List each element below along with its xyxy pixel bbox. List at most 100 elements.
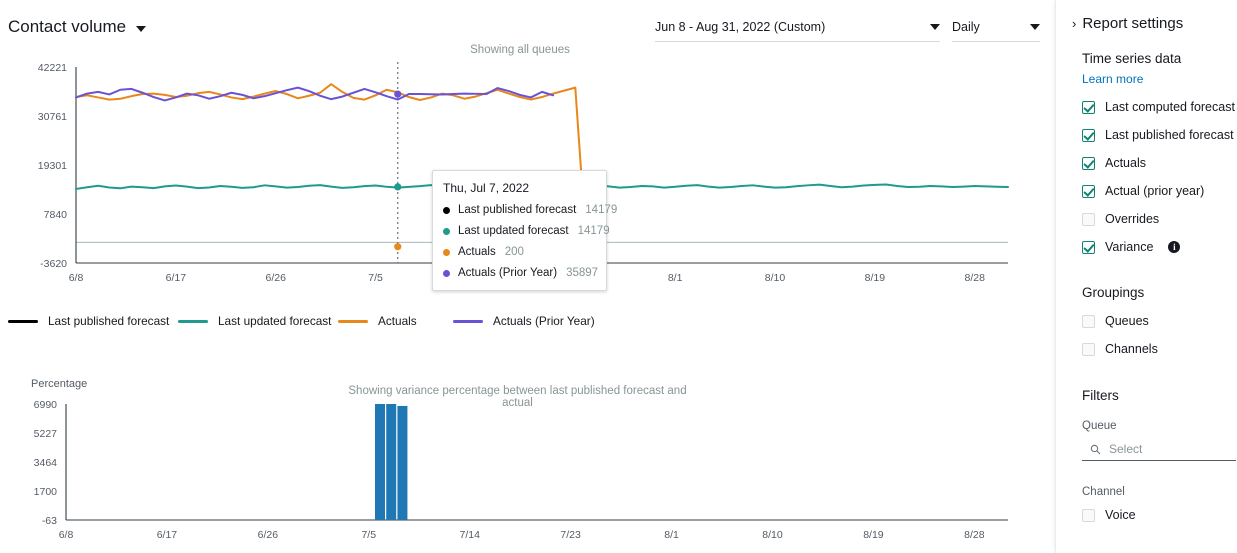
- svg-text:8/19: 8/19: [863, 529, 884, 541]
- date-range-select[interactable]: Jun 8 - Aug 31, 2022 (Custom): [655, 12, 940, 42]
- timeseries-checkbox-last-published-forecast[interactable]: Last published forecast: [1082, 128, 1237, 142]
- svg-text:1700: 1700: [34, 486, 58, 498]
- chevron-right-icon: ›: [1072, 16, 1077, 31]
- svg-text:7/5: 7/5: [361, 529, 376, 541]
- svg-text:5227: 5227: [34, 428, 58, 440]
- checkbox-label: Actual (prior year): [1105, 184, 1205, 198]
- tooltip-series-name: Actuals (Prior Year): [458, 267, 558, 279]
- svg-text:7/23: 7/23: [560, 529, 581, 541]
- panel-title: Report settings: [1082, 15, 1184, 32]
- svg-text:6990: 6990: [34, 399, 58, 411]
- timeseries-checkbox-variance[interactable]: Variance i: [1082, 240, 1237, 254]
- svg-text:6/26: 6/26: [258, 529, 279, 541]
- groupings-heading: Groupings: [1082, 285, 1145, 300]
- svg-text:6/17: 6/17: [166, 272, 187, 284]
- tooltip-row: Actuals 200: [443, 246, 594, 258]
- learn-more-link[interactable]: Learn more: [1082, 72, 1143, 86]
- legend-item[interactable]: Last published forecast: [8, 314, 169, 328]
- groupings-section: Groupings Queues Channels: [1056, 285, 1237, 356]
- queue-select-placeholder: Select: [1109, 442, 1143, 456]
- svg-text:8/28: 8/28: [964, 272, 985, 284]
- toolbar: Contact volume Jun 8 - Aug 31, 2022 (Cus…: [0, 0, 1055, 46]
- svg-text:6/8: 6/8: [69, 272, 84, 284]
- report-settings-toggle[interactable]: › Report settings: [1056, 0, 1237, 32]
- search-icon: [1090, 444, 1101, 454]
- checkbox-checked-icon[interactable]: [1082, 100, 1095, 114]
- svg-text:-63: -63: [42, 515, 57, 527]
- chevron-down-icon: [930, 23, 940, 30]
- checkbox-label: Last computed forecast: [1105, 100, 1235, 114]
- chevron-down-icon: [1030, 23, 1040, 30]
- metric-selector[interactable]: Contact volume: [8, 17, 147, 37]
- grouping-checkbox-queues[interactable]: Queues: [1082, 314, 1237, 328]
- series-color-dot: [443, 248, 450, 256]
- timeseries-checkbox-overrides[interactable]: Overrides: [1082, 212, 1237, 226]
- variance-percentage-bar-chart: 6990 5227 3464 1700 -636/8 6/17 6/26 7/5 7/14 7/2…: [34, 399, 1008, 541]
- checkbox-label: Overrides: [1105, 212, 1160, 226]
- queue-filter-label: Queue: [1082, 420, 1117, 432]
- checkbox-unchecked-icon[interactable]: [1082, 212, 1095, 226]
- tooltip-series-value: 35897: [566, 267, 599, 279]
- time-series-section: Time series data Learn more Last compute…: [1056, 51, 1237, 254]
- tooltip-row: Last published forecast 14179: [443, 204, 617, 216]
- channel-checkbox-voice[interactable]: Voice: [1082, 508, 1237, 522]
- tooltip-series-value: 14179: [585, 204, 618, 216]
- time-series-heading: Time series data: [1082, 51, 1182, 66]
- tooltip-series-name: Last updated forecast: [458, 225, 569, 237]
- channel-filter-label: Channel: [1082, 486, 1125, 498]
- checkbox-unchecked-icon[interactable]: [1082, 508, 1095, 522]
- tooltip-row: Last updated forecast 14179: [443, 225, 610, 237]
- checkbox-unchecked-icon[interactable]: [1082, 314, 1095, 328]
- series-color-dot: [443, 269, 450, 277]
- svg-text:42221: 42221: [38, 62, 67, 74]
- timeseries-checkbox-last-computed-forecast[interactable]: Last computed forecast: [1082, 100, 1237, 114]
- report-settings-panel: › Report settings Time series data Learn…: [1055, 0, 1237, 553]
- tooltip-series-name: Last published forecast: [458, 204, 577, 216]
- svg-text:7840: 7840: [44, 209, 68, 221]
- svg-text:8/19: 8/19: [865, 272, 886, 284]
- checkbox-checked-icon[interactable]: [1082, 128, 1095, 142]
- date-range-value: Jun 8 - Aug 31, 2022 (Custom): [655, 19, 826, 34]
- legend-item[interactable]: Actuals: [338, 314, 417, 328]
- svg-text:7/5: 7/5: [368, 272, 383, 284]
- queue-select-input[interactable]: Select: [1082, 442, 1236, 461]
- checkbox-label: Voice: [1105, 508, 1136, 522]
- legend-item[interactable]: Last updated forecast: [178, 314, 331, 328]
- svg-text:8/10: 8/10: [762, 529, 783, 541]
- svg-text:19301: 19301: [38, 160, 67, 172]
- legend-item[interactable]: Actuals (Prior Year): [453, 314, 595, 328]
- checkbox-checked-icon[interactable]: [1082, 184, 1095, 198]
- granularity-select[interactable]: Daily: [952, 12, 1040, 42]
- main-content: Contact volume Jun 8 - Aug 31, 2022 (Cus…: [0, 0, 1055, 553]
- page-title: Contact volume: [8, 17, 127, 36]
- svg-text:8/1: 8/1: [668, 272, 683, 284]
- bottom-chart-y-axis-title: Percentage: [31, 378, 88, 390]
- filters-section: Filters Queue Select Channel Voice: [1056, 388, 1237, 522]
- legend-color-swatch: [453, 319, 483, 323]
- svg-text:6/17: 6/17: [157, 529, 178, 541]
- legend-label: Last published forecast: [48, 314, 170, 328]
- chart-tooltip: Thu, Jul 7, 2022 Last published forecast…: [432, 170, 617, 291]
- checkbox-unchecked-icon[interactable]: [1082, 342, 1095, 356]
- timeseries-checkbox-actual-prior-year[interactable]: Actual (prior year): [1082, 184, 1237, 198]
- tooltip-series-name: Actuals: [458, 246, 496, 258]
- grouping-checkbox-channels[interactable]: Channels: [1082, 342, 1237, 356]
- svg-text:3464: 3464: [34, 457, 58, 469]
- svg-text:7/14: 7/14: [459, 529, 480, 541]
- info-icon[interactable]: i: [1168, 241, 1181, 253]
- svg-text:8/1: 8/1: [664, 529, 679, 541]
- chevron-down-icon: [136, 25, 147, 32]
- checkbox-label: Variance: [1105, 240, 1154, 254]
- filters-heading: Filters: [1082, 388, 1119, 403]
- checkbox-label: Channels: [1105, 342, 1158, 356]
- chart-legend: Last published forecast Last updated fore…: [8, 312, 1008, 330]
- checkbox-checked-icon[interactable]: [1082, 240, 1095, 254]
- tooltip-series-value: 200: [504, 246, 524, 258]
- checkbox-label: Last published forecast: [1105, 128, 1234, 142]
- legend-label: Actuals: [378, 314, 417, 328]
- checkbox-label: Actuals: [1105, 156, 1146, 170]
- checkbox-checked-icon[interactable]: [1082, 156, 1095, 170]
- timeseries-checkbox-actuals[interactable]: Actuals: [1082, 156, 1237, 170]
- tooltip-series-value: 14179: [577, 225, 610, 237]
- svg-text:8/10: 8/10: [765, 272, 786, 284]
